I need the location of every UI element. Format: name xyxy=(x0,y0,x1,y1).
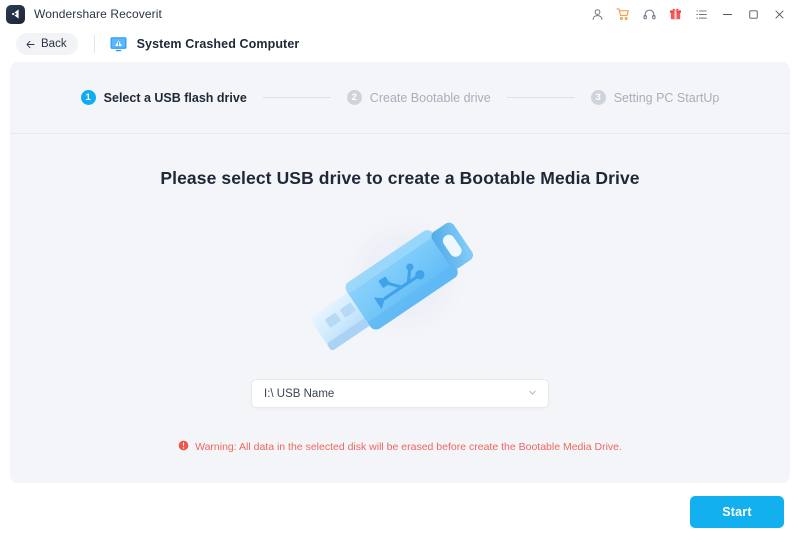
cart-icon[interactable] xyxy=(610,1,636,27)
erase-warning-text: Warning: All data in the selected disk w… xyxy=(195,441,622,453)
title-bar: Wondershare Recoverit xyxy=(0,0,800,28)
app-title: Wondershare Recoverit xyxy=(34,7,162,21)
usb-select-row: I:\ USB Name xyxy=(10,379,790,408)
step-2-label: Create Bootable drive xyxy=(369,90,491,105)
chevron-down-icon xyxy=(528,388,537,400)
current-mode: System Crashed Computer xyxy=(109,35,300,54)
usb-flash-drive-illustration xyxy=(300,201,500,361)
step-2-create-bootable[interactable]: 2 Create Bootable drive xyxy=(346,90,491,105)
illustration-area xyxy=(10,201,790,361)
gift-icon[interactable] xyxy=(662,1,688,27)
step-2-number: 2 xyxy=(346,90,362,105)
crashed-computer-icon xyxy=(109,35,128,54)
navigation-bar: Back System Crashed Computer xyxy=(0,28,800,60)
step-connector-1 xyxy=(262,97,331,98)
usb-drive-select[interactable]: I:\ USB Name xyxy=(251,379,549,408)
nav-divider xyxy=(93,35,95,53)
start-button[interactable]: Start xyxy=(690,496,784,528)
mode-label: System Crashed Computer xyxy=(136,37,300,51)
account-icon[interactable] xyxy=(584,1,610,27)
close-icon[interactable] xyxy=(766,1,792,27)
step-1-number: 1 xyxy=(80,90,96,105)
minimize-icon[interactable] xyxy=(714,1,740,27)
step-3-setting-startup[interactable]: 3 Setting PC StartUp xyxy=(590,90,720,105)
content-card: 1 Select a USB flash drive 2 Create Boot… xyxy=(10,62,790,483)
headset-icon[interactable] xyxy=(636,1,662,27)
step-connector-2 xyxy=(506,97,575,98)
usb-drive-select-value: I:\ USB Name xyxy=(264,387,335,400)
step-3-number: 3 xyxy=(590,90,606,105)
recoverit-logo-icon xyxy=(6,4,25,24)
titlebar-icon-group xyxy=(584,1,792,27)
maximize-icon[interactable] xyxy=(740,1,766,27)
back-button[interactable]: Back xyxy=(16,33,78,55)
step-3-label: Setting PC StartUp xyxy=(613,90,720,105)
arrow-left-icon xyxy=(25,39,36,50)
footer-bar: Start xyxy=(0,483,800,546)
warning-exclamation-icon xyxy=(178,440,189,454)
card-body: Please select USB drive to create a Boot… xyxy=(10,134,790,483)
step-1-label: Select a USB flash drive xyxy=(103,90,247,105)
page-title: Please select USB drive to create a Boot… xyxy=(160,168,640,188)
erase-warning: Warning: All data in the selected disk w… xyxy=(10,440,790,454)
step-1-select-usb[interactable]: 1 Select a USB flash drive xyxy=(80,90,247,105)
back-button-label: Back xyxy=(41,38,67,50)
step-progress: 1 Select a USB flash drive 2 Create Boot… xyxy=(10,62,790,133)
menu-list-icon[interactable] xyxy=(688,1,714,27)
